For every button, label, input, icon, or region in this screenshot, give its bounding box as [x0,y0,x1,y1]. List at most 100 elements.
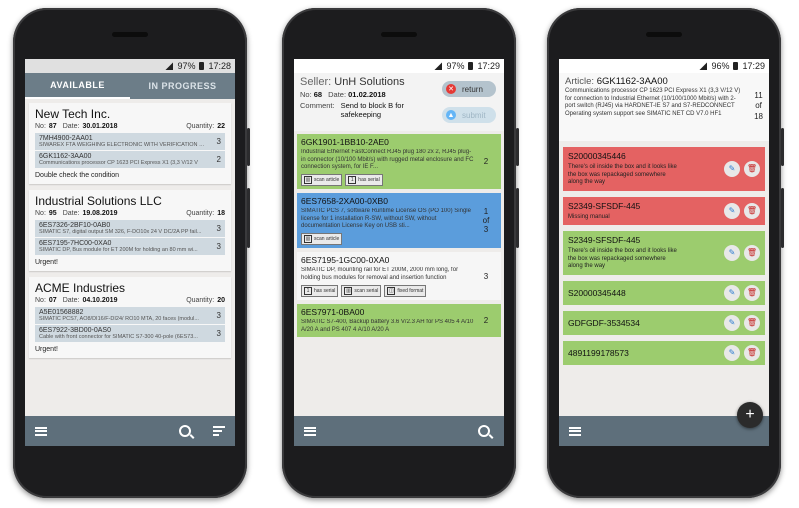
article-header: Article: 6GK1162-3AA00 Communications pr… [559,73,769,141]
signal-icon [165,62,174,70]
barcode-icon: ▥ [304,235,312,243]
order-card[interactable]: ACME Industries No: 07 Date: 04.10.2019 Qu… [29,277,231,358]
order-item: 7MH4900-2AA01 SIWAREX FTA WEIGHING ELECTR… [35,133,225,150]
article-card[interactable]: 6GK1901-1BB10-2AE0 Industrial Ethernet F… [297,134,501,189]
scan-serial-badge: ▥ scan serial [341,285,382,297]
tab-bar: AVAILABLE IN PROGRESS [25,73,235,99]
status-bar: 97% 17:29 [294,59,504,73]
scan-article-badge: ▥ scan article [301,233,343,245]
clock: 17:29 [477,61,500,71]
power-button [247,188,250,248]
order-card[interactable]: New Tech Inc. No: 87 Date: 30.01.2018 Quan… [29,103,231,184]
scan-article-badge: ▥ scan article [301,174,343,186]
article-card[interactable]: 6ES7971-0BA00 SIMATIC S7-400, Backup bat… [297,304,501,337]
submit-button[interactable]: ▲ submit [442,107,496,123]
order-header: Seller: UnH Solutions No: 68 Date: 01.02.… [294,73,504,131]
menu-icon[interactable] [35,426,47,436]
order-item: A5E01568882 SIMATIC PCS7, AO8/DI16/F-DI24… [35,307,225,324]
return-button[interactable]: ✕ return [442,81,496,97]
battery-level: 97% [446,61,465,71]
company-name: Industrial Solutions LLC [35,194,162,208]
phone-available-orders: 97% 17:28 AVAILABLE IN PROGRESS New Tech… [13,8,250,498]
article-badges: ▥ scan article 1 has serial [301,174,475,186]
order-note: Double check the condition [35,172,120,179]
battery-icon [199,62,205,70]
serial-card[interactable]: S2349-SFSDF-445 Missing manual ✎ 🗑 [563,196,765,225]
barcode-icon: ▥ [344,287,353,295]
delete-icon[interactable]: 🗑 [744,344,760,361]
search-icon[interactable] [478,425,490,437]
speaker [112,32,148,37]
serial-list: S20000345446 There's oil inside the box a… [559,141,769,377]
fixed-format-badge: ◫ fixed format [384,285,427,297]
serial-card[interactable]: S20000345446 There's oil inside the box a… [563,147,765,191]
power-button [516,188,519,248]
bottom-app-bar [294,416,504,446]
has-serial-badge: 1 has serial [301,285,339,297]
serial-icon: 1 [348,176,357,184]
order-note: Urgent! [35,259,58,266]
sort-icon[interactable] [213,426,225,436]
bottom-app-bar [25,416,235,446]
screen: 97% 17:28 AVAILABLE IN PROGRESS New Tech… [25,59,235,446]
order-item: 6GK1162-3AA00 Communications processor CP… [35,151,225,168]
tab-in-progress[interactable]: IN PROGRESS [130,73,235,99]
delete-icon[interactable]: 🗑 [744,160,760,177]
order-item: 6ES7195-7HC00-0XA0 SIMATIC DP, Bus module… [35,238,225,255]
battery-icon [468,62,474,70]
signal-icon [699,62,708,70]
serial-card[interactable]: GDFGDF-3534534 ✎ 🗑 [563,310,765,335]
edit-icon[interactable]: ✎ [724,160,740,177]
power-button [781,188,784,248]
screen: 97% 17:29 Seller: UnH Solutions No: 68 Da… [294,59,504,446]
volume-button [516,128,519,166]
battery-icon [733,62,739,70]
company-name: New Tech Inc. [35,107,111,121]
article-progress: 11 of 18 [754,91,763,121]
clock: 17:28 [208,61,231,71]
has-serial-badge: 1 has serial [345,174,383,186]
serial-card[interactable]: 4891199178573 ✎ 🗑 [563,340,765,365]
speaker [381,32,417,37]
edit-icon[interactable]: ✎ [724,314,740,331]
serial-card[interactable]: S20000345448 ✎ 🗑 [563,280,765,305]
signal-icon [434,62,443,70]
edit-icon[interactable]: ✎ [724,284,740,301]
edit-icon[interactable]: ✎ [724,244,740,261]
volume-button [247,128,250,166]
article-list: 6GK1901-1BB10-2AE0 Industrial Ethernet F… [294,131,504,344]
article-quantity: 2 [483,316,489,325]
edit-icon[interactable]: ✎ [724,344,740,361]
battery-level: 97% [177,61,196,71]
article-title: Article: 6GK1162-3AA00 [565,76,668,87]
format-icon: ◫ [387,287,396,295]
order-card[interactable]: Industrial Solutions LLC No: 95 Date: 19.0… [29,190,231,271]
plus-icon: + [745,406,755,423]
article-card[interactable]: 6ES7658-2XA00-0XB0 SIMATIC PCS 7, softwa… [297,193,501,248]
article-quantity: 2 [483,157,489,166]
volume-button [781,128,784,166]
status-bar: 97% 17:28 [25,59,235,73]
close-icon: ✕ [446,84,456,94]
article-badges: ▥ scan article [301,233,475,245]
article-card[interactable]: 6ES7195-1GC00-0XA0 SIMATIC DP, mounting … [297,252,501,300]
edit-icon[interactable]: ✎ [724,202,740,219]
serial-card[interactable]: S2349-SFSDF-445 There's oil inside the bo… [563,231,765,275]
add-serial-button[interactable]: + [737,402,763,428]
article-description: Communications processor CP 1623 PCI Exp… [565,88,741,117]
delete-icon[interactable]: 🗑 [744,284,760,301]
seller-name: UnH Solutions [334,76,405,88]
delete-icon[interactable]: 🗑 [744,202,760,219]
article-quantity: 3 [483,271,489,281]
tab-available[interactable]: AVAILABLE [25,73,130,99]
menu-icon[interactable] [304,426,316,436]
company-name: ACME Industries [35,281,126,295]
menu-icon[interactable] [569,426,581,436]
delete-icon[interactable]: 🗑 [744,314,760,331]
barcode-icon: ▥ [304,176,312,184]
serial-icon: 1 [304,287,312,295]
delete-icon[interactable]: 🗑 [744,244,760,261]
search-icon[interactable] [179,425,191,437]
battery-level: 96% [711,61,730,71]
screen: 96% 17:29 Article: 6GK1162-3AA00 Communi… [559,59,769,446]
